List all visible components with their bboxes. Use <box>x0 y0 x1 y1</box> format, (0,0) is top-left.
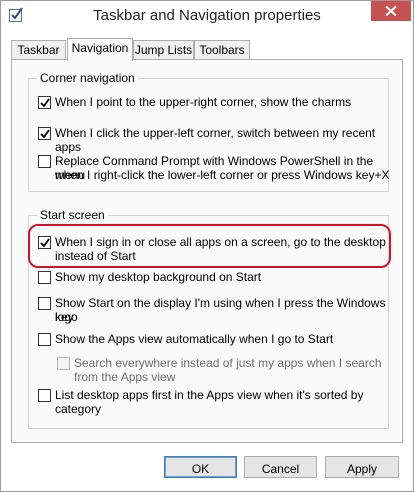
tab-label: Toolbars <box>199 43 245 57</box>
checkbox-disabled <box>57 357 70 370</box>
option-apps-view-automatically[interactable]: Show the Apps view automatically when I … <box>38 332 395 348</box>
checkbox[interactable] <box>38 333 51 346</box>
group-title: Corner navigation <box>37 71 138 85</box>
tab-toolbars[interactable]: Toolbars <box>194 40 250 60</box>
ok-button[interactable]: OK <box>164 456 237 478</box>
option-go-to-desktop[interactable]: When I sign in or close all apps on a sc… <box>38 235 395 265</box>
option-label-line-1: Show Start on the display I'm using when… <box>55 296 386 324</box>
option-label: Show the Apps view automatically when I … <box>55 332 334 346</box>
checkmark-icon <box>40 129 50 139</box>
option-search-everywhere: Search everywhere instead of just my app… <box>57 356 395 386</box>
option-desktop-background[interactable]: Show my desktop background on Start <box>38 270 395 286</box>
tab-taskbar[interactable]: Taskbar <box>11 40 66 60</box>
option-label-line-2: key <box>55 310 74 324</box>
option-label-line-1: When I sign in or close all apps on a sc… <box>55 235 386 249</box>
checkbox[interactable] <box>38 236 51 249</box>
option-replace-command-prompt[interactable]: Replace Command Prompt with Windows Powe… <box>38 154 395 184</box>
option-label-line-2: instead of Start <box>55 249 136 263</box>
tab-label: Navigation <box>71 41 129 55</box>
apply-button[interactable]: Apply <box>325 456 399 478</box>
checkbox[interactable] <box>38 389 51 402</box>
properties-dialog: Taskbar and Navigation properties Taskba… <box>0 0 414 492</box>
option-show-charms[interactable]: When I point to the upper-right corner, … <box>38 95 395 111</box>
checkbox[interactable] <box>38 271 51 284</box>
option-label-line-2: category <box>55 402 102 416</box>
option-list-desktop-apps-first[interactable]: List desktop apps first in the Apps view… <box>38 388 395 418</box>
option-label: When I click the upper-left corner, swit… <box>55 126 376 154</box>
checkbox[interactable] <box>38 96 51 109</box>
group-title: Start screen <box>37 208 108 222</box>
option-label: When I point to the upper-right corner, … <box>55 95 352 109</box>
option-switch-recent-apps[interactable]: When I click the upper-left corner, swit… <box>38 126 395 154</box>
close-button[interactable] <box>371 1 411 21</box>
option-show-start-on-display[interactable]: Show Start on the display I'm using when… <box>38 296 395 326</box>
checkbox[interactable] <box>38 155 51 168</box>
tab-jump-lists[interactable]: Jump Lists <box>133 40 194 60</box>
option-label: Show my desktop background on Start <box>55 270 262 284</box>
option-label-line-2: from the Apps view <box>74 370 176 384</box>
checkmark-icon <box>40 238 50 248</box>
checkbox[interactable] <box>38 297 51 310</box>
tab-label: Taskbar <box>17 43 60 57</box>
option-label-line-2: when I right-click the lower-left corner… <box>55 168 390 182</box>
title-bar[interactable]: Taskbar and Navigation properties <box>1 1 413 32</box>
cancel-button[interactable]: Cancel <box>244 456 317 478</box>
window-title: Taskbar and Navigation properties <box>93 7 321 24</box>
tab-navigation[interactable]: Navigation <box>67 38 133 61</box>
checkbox[interactable] <box>38 127 51 140</box>
checkmark-icon <box>40 98 50 108</box>
option-label-line-1: Search everywhere instead of just my app… <box>74 356 382 370</box>
close-icon <box>385 6 397 16</box>
tab-label: Jump Lists <box>134 43 193 57</box>
option-label-line-1: List desktop apps first in the Apps view… <box>55 388 364 402</box>
